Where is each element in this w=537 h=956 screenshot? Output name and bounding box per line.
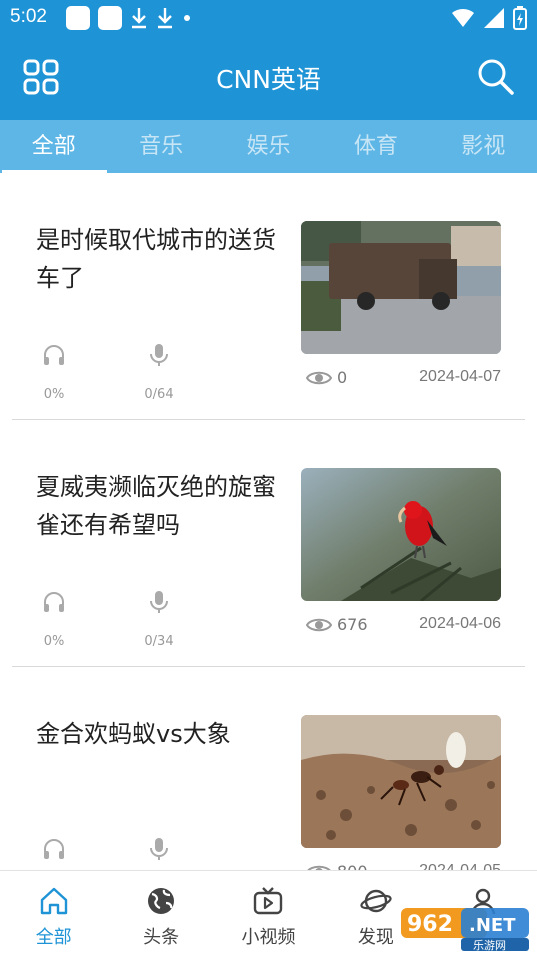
page-title: CNN英语 [216, 65, 321, 94]
views-eye-icon [306, 618, 332, 632]
status-time: 5:02 [10, 6, 47, 27]
publish-date: 2024-04-06 [419, 615, 501, 632]
planet-icon [360, 889, 392, 913]
view-count: 676 [337, 615, 368, 634]
nav-item-headlines[interactable]: 头条 [107, 871, 214, 956]
app-notification-icon [66, 6, 90, 30]
views-eye-icon [307, 865, 331, 870]
microphone-icon [150, 344, 168, 366]
app-notification-icon [98, 6, 122, 30]
listen-progress: 0% [43, 387, 65, 402]
wifi-icon [452, 8, 474, 27]
publish-date: 2024-04-07 [419, 368, 501, 385]
globe-icon [148, 888, 175, 914]
svg-text:962: 962 [407, 912, 453, 937]
nav-label: 头条 [143, 927, 180, 948]
nav-label: 小视频 [241, 927, 296, 948]
app-bar: CNN英语 [0, 36, 537, 120]
search-icon[interactable] [475, 56, 515, 96]
headphone-icon [44, 839, 64, 859]
system-icons [451, 6, 527, 30]
article-list: 是时候取代城市的送货车了 0% 0/64 0 2024-04-07 夏威夷濒临灭… [0, 173, 537, 870]
article-thumbnail[interactable] [301, 221, 501, 354]
svg-text:.NET: .NET [469, 915, 516, 936]
article-thumbnail[interactable] [301, 468, 501, 601]
more-notifications-icon [184, 15, 190, 21]
view-count: 0 [337, 368, 348, 387]
headphone-icon [44, 592, 64, 612]
record-count: 0/64 [144, 387, 174, 402]
listen-progress: 0% [43, 634, 65, 649]
microphone-icon [150, 591, 168, 613]
tv-icon [254, 887, 283, 915]
article-card[interactable]: 夏威夷濒临灭绝的旋蜜雀还有希望吗 0% 0/34 676 2024-04-06 [0, 420, 537, 667]
article-title: 是时候取代城市的送货车了 [36, 226, 276, 292]
article-thumbnail[interactable] [301, 715, 501, 848]
view-count: 800 [337, 862, 368, 870]
views-eye-icon [306, 371, 332, 385]
tab-entertainment[interactable]: 娱乐 [215, 120, 322, 173]
tab-music[interactable]: 音乐 [107, 120, 214, 173]
tab-all[interactable]: 全部 [0, 120, 108, 173]
microphone-icon [150, 838, 168, 860]
home-icon [40, 887, 67, 915]
tab-sports[interactable]: 体育 [322, 120, 429, 173]
headphone-icon [44, 345, 64, 365]
nav-item-home[interactable]: 全部 [0, 871, 107, 956]
nav-label: 全部 [35, 927, 72, 948]
svg-text:乐游网: 乐游网 [473, 939, 506, 952]
notification-icons [66, 6, 192, 30]
download-icon [132, 8, 146, 29]
article-card[interactable]: 是时候取代城市的送货车了 0% 0/64 0 2024-04-07 [0, 173, 537, 420]
category-tabs: 全部 音乐 娱乐 体育 影视 [0, 120, 537, 173]
nav-item-short-video[interactable]: 小视频 [215, 871, 322, 956]
tab-film[interactable]: 影视 [430, 120, 537, 173]
signal-icon [484, 8, 504, 28]
publish-date: 2024-04-05 [419, 862, 501, 870]
download-icon [158, 8, 172, 29]
article-title: 金合欢蚂蚁vs大象 [36, 720, 231, 748]
article-title: 夏威夷濒临灭绝的旋蜜雀还有希望吗 [36, 473, 276, 539]
watermark-logo: 962 .NET 乐游网 [401, 908, 529, 952]
status-bar: 5:02 [0, 0, 537, 36]
record-count: 0/34 [144, 634, 174, 649]
article-card[interactable]: 金合欢蚂蚁vs大象 800 2024-04-05 [0, 667, 537, 870]
battery-icon [513, 6, 527, 30]
